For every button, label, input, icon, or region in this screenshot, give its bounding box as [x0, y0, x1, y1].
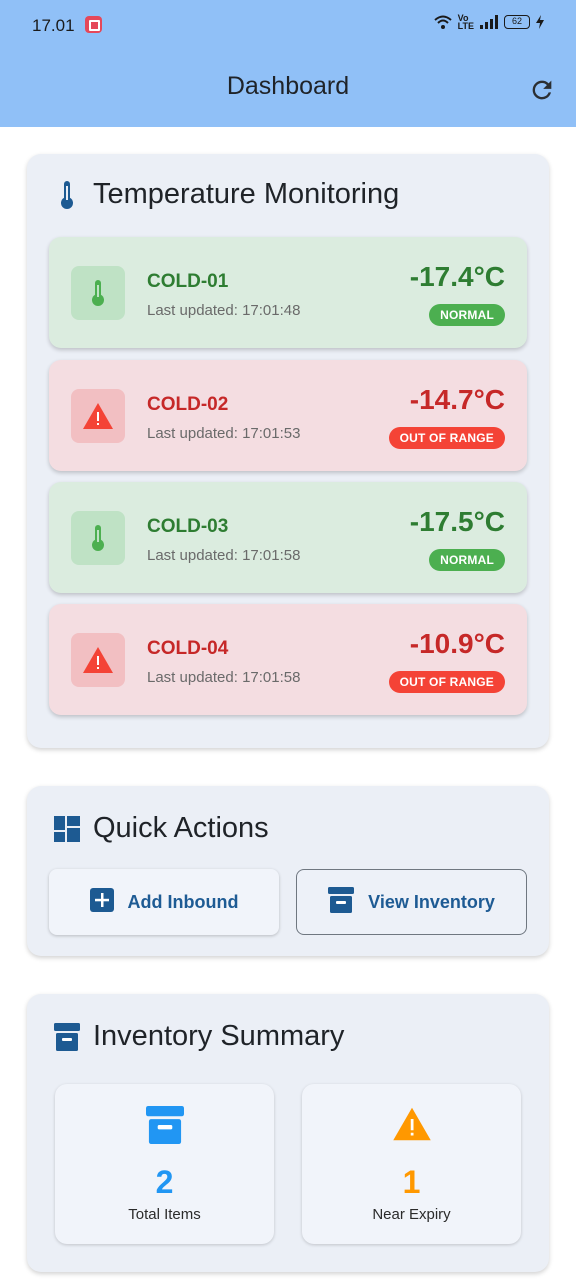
near-expiry-count: 1	[402, 1164, 421, 1200]
card-header: Inventory Summary	[53, 1020, 344, 1053]
sensor-temperature: -10.9°C	[409, 628, 505, 659]
view-inventory-label: View Inventory	[368, 891, 495, 912]
sensor-id: COLD-03	[147, 516, 229, 537]
card-title: Inventory Summary	[93, 1020, 345, 1052]
total-items-label: Total Items	[128, 1206, 201, 1223]
volte-icon: Vo LTE	[457, 13, 474, 31]
add-inbound-button[interactable]: Add Inbound	[49, 869, 279, 935]
warning-icon	[302, 1106, 521, 1142]
sensor-id: COLD-02	[147, 394, 229, 415]
view-inventory-button[interactable]: View Inventory	[296, 869, 527, 935]
card-header: Temperature Monitoring	[53, 178, 399, 211]
archive-icon	[53, 1022, 81, 1052]
sensor-last-updated: Last updated: 17:01:58	[147, 669, 301, 686]
archive-icon	[328, 886, 355, 918]
sensor-last-updated: Last updated: 17:01:48	[147, 302, 301, 319]
status-badge: NORMAL	[429, 549, 505, 571]
card-title: Quick Actions	[93, 812, 269, 844]
near-expiry-label: Near Expiry	[372, 1206, 451, 1223]
sensor-last-updated: Last updated: 17:01:58	[147, 547, 301, 564]
add-inbound-label: Add Inbound	[127, 891, 239, 912]
status-badge: OUT OF RANGE	[388, 427, 505, 449]
sensor-id: COLD-01	[147, 271, 229, 292]
status-badge: OUT OF RANGE	[388, 671, 505, 693]
status-badge: NORMAL	[429, 304, 505, 326]
sensor-tile[interactable]: COLD-02 Last updated: 17:01:53 -14.7°C O…	[49, 360, 527, 471]
temperature-monitoring-card: Temperature Monitoring COLD-01 Last upda…	[27, 154, 549, 748]
warning-icon	[71, 389, 125, 443]
thermometer-icon	[71, 511, 125, 565]
battery-icon: 62	[504, 15, 530, 29]
sensor-tile[interactable]: COLD-03 Last updated: 17:01:58 -17.5°C N…	[49, 482, 527, 593]
sensor-id: COLD-04	[147, 638, 229, 659]
sensor-tile[interactable]: COLD-04 Last updated: 17:01:58 -10.9°C O…	[49, 604, 527, 715]
card-header: Quick Actions	[53, 812, 269, 845]
sensor-temperature: -17.4°C	[409, 261, 505, 292]
page-title: Dashboard	[226, 72, 350, 100]
sensor-last-updated: Last updated: 17:01:53	[147, 425, 301, 442]
app-bar: 17.01 Vo LTE 62 Dashboard	[0, 0, 576, 127]
thermometer-icon	[71, 266, 125, 320]
warning-icon	[71, 633, 125, 687]
charging-icon	[536, 15, 544, 29]
signal-icon	[480, 15, 498, 29]
near-expiry-tile[interactable]: 1 Near Expiry	[302, 1084, 521, 1244]
sensor-temperature: -14.7°C	[409, 384, 505, 415]
status-icons: Vo LTE 62	[433, 13, 544, 31]
dashboard-icon	[53, 814, 81, 844]
sensor-tile[interactable]: COLD-01 Last updated: 17:01:48 -17.4°C N…	[49, 237, 527, 348]
thermometer-icon	[53, 180, 81, 210]
archive-icon	[55, 1106, 274, 1144]
refresh-icon[interactable]	[528, 76, 556, 104]
sensor-temperature: -17.5°C	[409, 506, 505, 537]
inventory-summary-card: Inventory Summary 2 Total Items 1 Near E…	[27, 994, 549, 1272]
wifi-icon	[433, 15, 452, 29]
card-title: Temperature Monitoring	[93, 178, 400, 210]
screenshot-notification-icon	[85, 16, 102, 33]
status-time: 17.01	[32, 16, 75, 35]
total-items-count: 2	[155, 1164, 174, 1200]
add-box-icon	[89, 887, 114, 917]
total-items-tile[interactable]: 2 Total Items	[55, 1084, 274, 1244]
quick-actions-card: Quick Actions Add Inbound View Inventory	[27, 786, 549, 956]
